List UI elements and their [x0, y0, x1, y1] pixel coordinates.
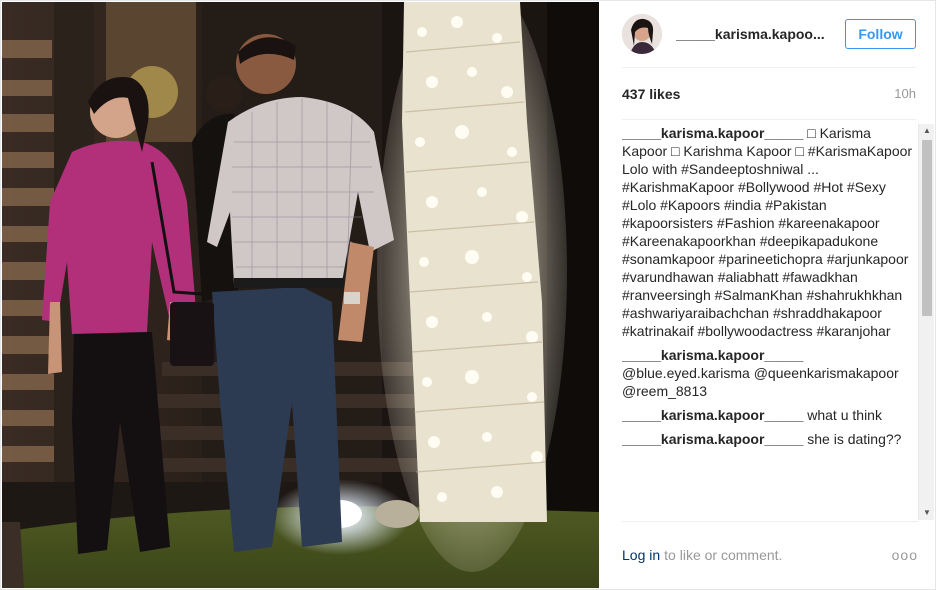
comment-username[interactable]: _____karisma.kapoor_____: [622, 431, 803, 447]
scroll-up-icon[interactable]: ▲: [919, 124, 935, 138]
comment-item: _____karisma.kapoor_____ □ Karisma Kapoo…: [622, 124, 918, 340]
post-photo[interactable]: [2, 2, 599, 588]
comment-item: _____karisma.kapoor_____ she is dating??: [622, 430, 918, 448]
photo-illustration: [2, 2, 599, 588]
scroll-down-icon[interactable]: ▼: [919, 506, 935, 520]
comment-username[interactable]: _____karisma.kapoor_____: [622, 407, 803, 423]
avatar-image: [622, 13, 662, 54]
post-timestamp[interactable]: 10h: [894, 86, 916, 101]
comments-scrollbar[interactable]: ▲ ▼: [918, 124, 934, 520]
likes-count[interactable]: 437 likes: [622, 86, 680, 102]
comment-text: she is dating??: [803, 431, 902, 447]
comment-username[interactable]: _____karisma.kapoor_____: [622, 125, 803, 141]
comment-item: _____karisma.kapoor_____ what u think: [622, 406, 918, 424]
post-header: _____karisma.kapoo... Follow: [622, 0, 916, 68]
comment-text: @blue.eyed.karisma @queenkarismakapoor @…: [622, 365, 899, 399]
follow-button[interactable]: Follow: [845, 18, 916, 49]
more-options-icon[interactable]: ooo: [892, 547, 918, 563]
post-footer: Log in to like or comment. ooo: [622, 521, 918, 587]
comment-text: □ Karisma Kapoor □ Karishma Kapoor □ #Ka…: [622, 125, 913, 339]
login-prompt-text: to like or comment.: [664, 546, 783, 563]
comments-list: _____karisma.kapoor_____ □ Karisma Kapoo…: [622, 124, 918, 520]
post-username[interactable]: _____karisma.kapoo...: [676, 26, 836, 42]
comment-username[interactable]: _____karisma.kapoor_____: [622, 347, 803, 363]
scroll-thumb[interactable]: [922, 140, 932, 316]
post-stats: 437 likes 10h: [622, 68, 916, 120]
comment-item: _____karisma.kapoor_____ @blue.eyed.kari…: [622, 346, 918, 400]
avatar[interactable]: [622, 13, 662, 54]
login-link[interactable]: Log in: [622, 547, 660, 563]
comment-text: what u think: [803, 407, 882, 423]
